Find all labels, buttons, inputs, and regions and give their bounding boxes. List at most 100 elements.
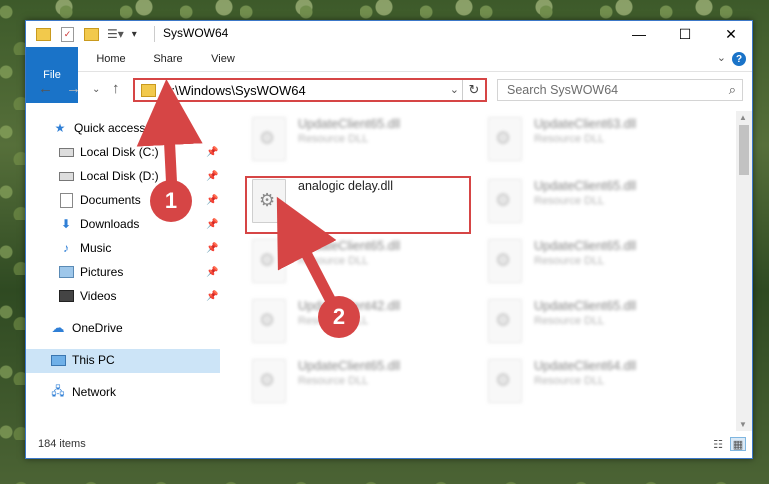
folder-icon[interactable]	[36, 27, 51, 41]
address-path[interactable]: C:\Windows\SysWOW64	[162, 83, 306, 98]
sidebar-item-downloads[interactable]: ⬇ Downloads	[58, 213, 139, 235]
dll-file-icon: ⚙	[252, 299, 286, 343]
title-divider	[154, 26, 155, 42]
sidebar-item-label: Pictures	[80, 265, 124, 279]
sidebar-item-music[interactable]: ♪ Music	[58, 237, 111, 259]
file-explorer-window: ✓ ☰▾ ▾ SysWOW64 — ☐ ✕ File Home Share Vi…	[25, 20, 753, 459]
dll-file-icon: ⚙	[488, 117, 522, 161]
pin-icon[interactable]: 📌	[206, 291, 218, 302]
file-item[interactable]: ⚙ UpdateClient64.dll Resource DLL	[482, 355, 702, 411]
sidebar-item-label: This PC	[72, 353, 115, 367]
network-icon: 🖧	[51, 383, 65, 398]
file-name: UpdateClient65.dll	[534, 299, 637, 313]
pin-icon[interactable]: 📌	[206, 147, 218, 158]
sidebar-item-this-pc[interactable]: This PC	[50, 349, 115, 371]
quick-access-toolbar: ✓ ☰▾ ▾	[36, 25, 137, 43]
file-name: UpdateClient65.dll	[534, 239, 637, 253]
sidebar-item-local-disk-c[interactable]: Local Disk (C:)	[58, 141, 159, 163]
details-view-icon[interactable]: ☷	[710, 437, 726, 451]
minimize-button[interactable]: —	[616, 21, 662, 47]
recent-locations-icon[interactable]: ⌄	[92, 84, 100, 95]
expand-ribbon-icon[interactable]: ⌄	[717, 51, 726, 64]
forward-arrow-icon[interactable]: →	[66, 80, 81, 97]
videos-icon	[58, 288, 74, 304]
sidebar-item-pictures[interactable]: Pictures	[58, 261, 123, 283]
file-name: UpdateClient65.dll	[298, 117, 401, 131]
tab-home[interactable]: Home	[88, 47, 134, 71]
dll-file-icon: ⚙	[252, 239, 286, 283]
file-item[interactable]: ⚙ UpdateClient65.dll Resource DLL	[482, 295, 702, 351]
close-button[interactable]: ✕	[708, 21, 754, 47]
file-name: UpdateClient65.dll	[534, 179, 637, 193]
status-bar: 184 items ☷ ▦	[26, 432, 752, 458]
sidebar-item-videos[interactable]: Videos	[58, 285, 116, 307]
tab-view[interactable]: View	[202, 47, 244, 71]
sidebar-item-label: Local Disk (D:)	[80, 169, 159, 183]
dll-file-icon: ⚙	[252, 117, 286, 161]
refresh-icon[interactable]: ↻	[462, 80, 485, 100]
maximize-button[interactable]: ☐	[662, 21, 708, 47]
file-type: Resource DLL	[298, 133, 369, 145]
scroll-down-icon[interactable]: ▼	[739, 420, 747, 429]
file-item[interactable]: ⚙ UpdateClient65.dll Resource DLL	[246, 355, 466, 411]
cloud-icon: ☁	[51, 320, 65, 335]
address-bar[interactable]: C:\Windows\SysWOW64 ⌄ ↻	[133, 78, 487, 102]
file-name: UpdateClient63.dll	[534, 117, 637, 131]
file-type: Resource DLL	[298, 255, 369, 267]
pin-icon[interactable]: 📌	[206, 219, 218, 230]
pin-icon[interactable]: 📌	[206, 243, 218, 254]
pin-icon[interactable]: 📌	[206, 195, 218, 206]
pin-icon[interactable]: 📌	[206, 267, 218, 278]
file-item[interactable]: ⚙ UpdateClient65.dll Resource DLL	[482, 235, 702, 291]
file-item[interactable]: ⚙ UpdateClient65.dll Resource DLL	[246, 113, 466, 169]
file-item[interactable]: ⚙ UpdateClient65.dll Resource DLL	[246, 235, 466, 291]
computer-icon	[50, 352, 66, 368]
file-type: Resource DLL	[534, 255, 605, 267]
sidebar-item-label: Network	[72, 385, 117, 399]
item-count: 184 items	[38, 438, 86, 450]
file-type: Resource DLL	[534, 375, 605, 387]
tab-share[interactable]: Share	[144, 47, 192, 71]
sidebar-item-label: OneDrive	[72, 321, 123, 335]
sidebar-item-label: Quick access	[74, 121, 146, 135]
back-arrow-icon[interactable]: ←	[38, 80, 53, 97]
documents-icon	[58, 192, 74, 208]
customize-toolbar-icon[interactable]: ▾	[132, 29, 137, 40]
sidebar-item-local-disk-d[interactable]: Local Disk (D:)	[58, 165, 159, 187]
sidebar-item-quick-access[interactable]: ★ Quick access	[52, 117, 146, 139]
large-icons-view-icon[interactable]: ▦	[730, 437, 746, 451]
new-folder-icon[interactable]	[84, 27, 99, 41]
up-arrow-icon[interactable]: ↑	[112, 80, 120, 97]
properties-icon[interactable]: ✓	[61, 26, 74, 42]
dll-file-icon: ⚙	[488, 299, 522, 343]
drive-icon	[58, 168, 74, 184]
search-icon[interactable]: ⌕	[729, 82, 736, 98]
sidebar-item-onedrive[interactable]: ☁ OneDrive	[50, 317, 123, 339]
file-item[interactable]: ⚙ UpdateClient65.dll Resource DLL	[482, 175, 702, 231]
title-bar: ✓ ☰▾ ▾ SysWOW64 — ☐ ✕	[26, 21, 752, 47]
sidebar-item-network[interactable]: 🖧 Network	[50, 381, 116, 403]
folder-icon	[141, 83, 156, 97]
file-name: UpdateClient65.dll	[298, 359, 401, 373]
chevron-down-icon[interactable]: ⌄	[450, 83, 459, 96]
pin-icon[interactable]: 📌	[206, 171, 218, 182]
vertical-scrollbar[interactable]: ▲ ▼	[736, 111, 752, 431]
sidebar-item-label: Music	[80, 241, 112, 255]
file-type: Resource DLL	[534, 133, 605, 145]
dll-file-icon: ⚙	[488, 239, 522, 283]
search-placeholder: Search SysWOW64	[507, 83, 619, 97]
dll-file-icon: ⚙	[252, 359, 286, 403]
view-options-icon[interactable]: ☰▾	[107, 27, 124, 41]
help-button[interactable]: ?	[732, 52, 746, 66]
scroll-up-icon[interactable]: ▲	[739, 113, 747, 122]
file-item[interactable]: ⚙ UpdateClient63.dll Resource DLL	[482, 113, 702, 169]
sidebar-item-documents[interactable]: Documents	[58, 189, 141, 211]
step-badge-1: 1	[150, 180, 192, 222]
search-input[interactable]: Search SysWOW64 ⌕	[497, 79, 743, 101]
sidebar-item-label: Videos	[80, 289, 117, 303]
sidebar-item-label: Documents	[80, 193, 141, 207]
file-highlight-box	[245, 176, 471, 234]
music-icon: ♪	[63, 241, 69, 255]
scroll-thumb[interactable]	[739, 125, 749, 175]
dll-file-icon: ⚙	[488, 359, 522, 403]
